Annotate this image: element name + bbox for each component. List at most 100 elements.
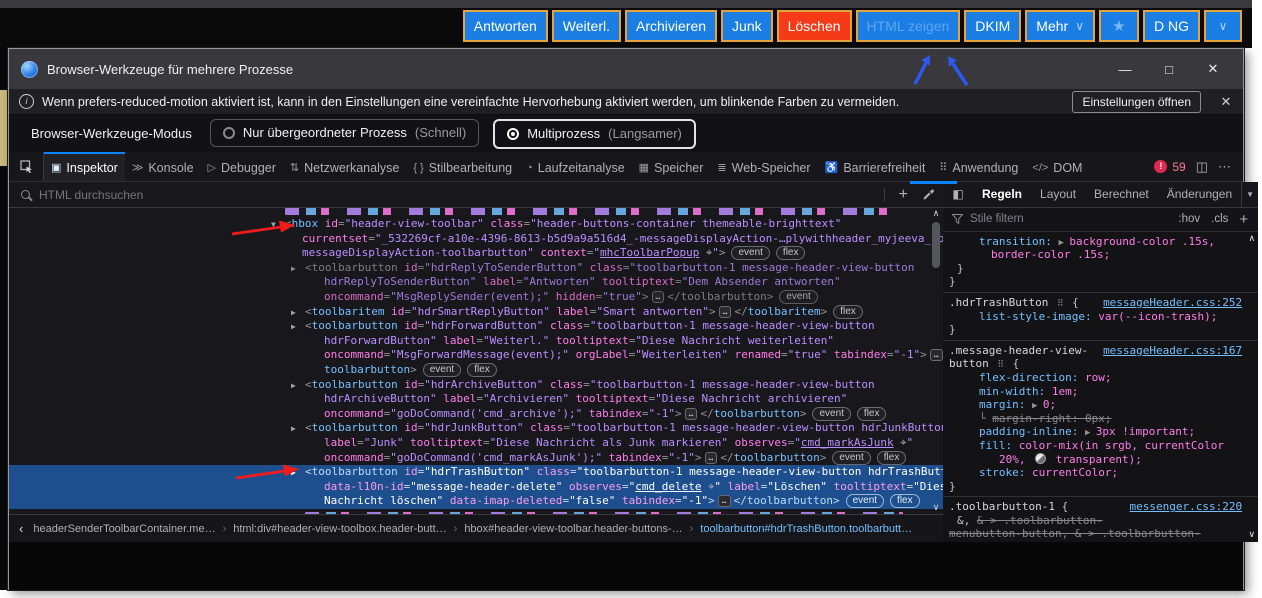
markup-line[interactable]: ▶<toolbarbutton id="hdrJunkButton" class… (9, 421, 943, 436)
mail-button-d-ng[interactable]: D NG (1143, 10, 1200, 42)
markup-line[interactable]: hdrForwardButton" label="Weiterl." toolt… (9, 334, 943, 349)
rule-line[interactable]: .toolbarbutton-1 {messenger.css:220 (943, 500, 1258, 514)
ellipsis-toggle[interactable]: … (652, 291, 665, 303)
markup-line[interactable]: oncommand="MsgReplySender(event);" hidde… (9, 290, 943, 305)
markup-line[interactable]: ▶<toolbarbutton id="hdrTrashButton" clas… (9, 465, 943, 480)
rules-view[interactable]: transition: ▶ background-color .15s,bord… (943, 232, 1258, 542)
rule-line[interactable]: menubutton-button, & > .toolbarbutton- (943, 527, 1258, 541)
rules-scroll-down-icon[interactable]: ∨ (1249, 530, 1256, 540)
badge-flex[interactable]: flex (467, 363, 497, 377)
markup-search-bar[interactable]: HTML durchsuchen + (9, 182, 943, 208)
mail-button-weiterl-[interactable]: Weiterl. (552, 10, 621, 42)
badge-event[interactable]: event (779, 290, 817, 304)
attribute-link[interactable]: mhcToolbarPopup (600, 246, 699, 259)
rule-line[interactable]: .message-header-view-messageHeader.css:1… (943, 344, 1258, 358)
tab-laufzeitanalyse[interactable]: ◔Laufzeitanalyse (519, 152, 632, 181)
tab-dom[interactable]: </>DOM (1025, 152, 1089, 181)
badge-flex[interactable]: flex (857, 407, 887, 421)
badge-flex[interactable]: flex (833, 305, 863, 319)
markup-line[interactable]: ▶<toolbarbutton id="hdrReplyToSenderButt… (9, 261, 943, 276)
expand-arrow-icon[interactable]: ▶ (291, 320, 296, 335)
mail-button-html-zeigen[interactable]: HTML zeigen (856, 10, 961, 42)
mail-button-antworten[interactable]: Antworten (463, 10, 548, 42)
expand-arrow-icon[interactable]: ▶ (291, 262, 296, 277)
scrollbar-thumb[interactable] (932, 222, 940, 268)
rule-line[interactable]: &, & > .toolbarbutton- (943, 514, 1258, 528)
rule-line[interactable]: list-style-image: var(--icon-trash); (943, 310, 1258, 324)
close-button[interactable]: ✕ (1191, 61, 1235, 77)
rule-line[interactable]: } (943, 275, 1258, 289)
mail-button-star[interactable]: ★ (1099, 10, 1139, 42)
rule-line[interactable]: min-width: 1em; (943, 385, 1258, 399)
scroll-up-icon[interactable]: ∧ (929, 209, 943, 219)
markup-line[interactable]: data-l10n-id="message-header-delete" obs… (9, 480, 943, 495)
rule-line[interactable]: stroke: currentColor; (943, 466, 1258, 480)
attribute-link[interactable]: cmd_delete (635, 480, 701, 493)
breadcrumb-item[interactable]: hbox#header-view-toolbar.header-buttons-… (462, 523, 684, 535)
meatball-menu-icon[interactable]: ⋯ (1218, 159, 1231, 175)
class-toggle-button[interactable]: .cls (1211, 213, 1228, 225)
ellipsis-toggle[interactable]: … (718, 495, 731, 507)
badge-event[interactable]: event (423, 363, 461, 377)
rule-line[interactable]: 20%, transparent); (943, 453, 1258, 467)
stylesheet-link[interactable]: messageHeader.css:167 (1103, 344, 1242, 358)
mail-button-mehr[interactable]: Mehr∨ (1025, 10, 1095, 42)
style-filter-input[interactable]: Stile filtern (970, 213, 1024, 225)
rule-line[interactable]: border-color .15s; (943, 248, 1258, 262)
tab-debugger[interactable]: ▷Debugger (201, 152, 283, 181)
mail-button-junk[interactable]: Junk (721, 10, 773, 42)
mail-button-l-schen[interactable]: Löschen (777, 10, 852, 42)
markup-line[interactable]: currentset="_532269cf-a10e-4396-8613-b5d… (9, 232, 943, 247)
add-rule-button[interactable]: + (1239, 211, 1248, 228)
stylesheet-link[interactable]: messenger.css:220 (1130, 500, 1243, 514)
color-swatch[interactable] (1035, 453, 1046, 464)
markup-line[interactable]: ▼<hbox id="header-view-toolbar" class="h… (9, 217, 943, 232)
element-picker-button[interactable] (9, 152, 44, 181)
split-console-icon[interactable]: ◫ (1196, 159, 1208, 175)
markup-line[interactable]: hdrReplyToSenderButton" label="Antworten… (9, 275, 943, 290)
rule-line[interactable]: fill: color-mix(in srgb, currentColor (943, 439, 1258, 453)
mode-option[interactable]: Multiprozess (Langsamer) (493, 119, 696, 149)
breadcrumb-item[interactable]: headerSenderToolbarContainer.me… (31, 523, 217, 535)
markup-line[interactable]: oncommand="goDoCommand('cmd_archive');" … (9, 407, 943, 422)
markup-view[interactable]: ▼<hbox id="header-view-toolbar" class="h… (9, 208, 943, 514)
ellipsis-toggle[interactable]: … (705, 452, 718, 464)
rule-line[interactable]: .hdrTrashButton ⠿ {messageHeader.css:252 (943, 296, 1258, 310)
rule-line[interactable]: transition: ▶ background-color .15s, (943, 235, 1258, 249)
mail-button-chevron[interactable]: ∨ (1204, 10, 1242, 42)
markup-line[interactable]: messageDisplayAction-toolbarbutton" cont… (9, 246, 943, 261)
mode-option[interactable]: Nur übergeordneter Prozess (Schnell) (210, 119, 479, 147)
markup-line[interactable]: oncommand="MsgForwardMessage(event);" or… (9, 348, 943, 363)
pseudo-class-button[interactable]: :hov (1178, 213, 1200, 225)
tab-barrierefreiheit[interactable]: ♿Barrierefreiheit (818, 152, 933, 181)
badge-flex[interactable]: flex (776, 246, 806, 260)
mail-button-dkim[interactable]: DKIM (964, 10, 1021, 42)
rule-line[interactable]: } (943, 323, 1258, 337)
badge-event[interactable]: event (731, 246, 769, 260)
breadcrumb-item[interactable]: html:div#header-view-toolbox.header-butt… (231, 523, 448, 535)
scroll-down-icon[interactable]: ∨ (929, 503, 943, 513)
markup-line[interactable]: ▶<toolbaritem id="hdrSmartReplyButton" l… (9, 305, 943, 320)
expand-arrow-icon[interactable]: ▶ (291, 306, 296, 321)
tab-anwendung[interactable]: ⠿Anwendung (932, 152, 1025, 181)
sidebar-toggle-icon[interactable]: ◧ (943, 187, 973, 201)
rule-line[interactable]: └ margin-right: 0px; (943, 412, 1258, 426)
badge-event[interactable]: event (846, 494, 884, 508)
markup-line[interactable]: toolbarbutton>eventflex (9, 363, 943, 378)
tab-speicher[interactable]: ▦Speicher (632, 152, 711, 181)
maximize-button[interactable]: □ (1147, 62, 1191, 77)
attribute-link[interactable]: cmd_markAsJunk (801, 436, 894, 449)
markup-line[interactable]: Nachricht löschen" data-imap-deleted="fa… (9, 494, 943, 509)
rule-line[interactable]: flex-direction: row; (943, 371, 1258, 385)
add-node-button[interactable]: + (899, 186, 908, 204)
expand-arrow-icon[interactable]: ▶ (291, 422, 296, 437)
tab-netzwerkanalyse[interactable]: ⇅Netzwerkanalyse (283, 152, 406, 181)
rule-line[interactable]: button ⠿ { (943, 357, 1258, 371)
markup-line[interactable]: oncommand="goDoCommand('cmd_markAsJunk')… (9, 451, 943, 466)
rules-scroll-up-icon[interactable]: ∧ (1249, 234, 1256, 244)
ellipsis-toggle[interactable]: … (685, 408, 698, 420)
error-count[interactable]: 59 (1172, 160, 1185, 174)
rule-line[interactable]: padding-inline: ▶ 3px !important; (943, 425, 1258, 439)
minimize-button[interactable]: — (1103, 62, 1147, 77)
ellipsis-toggle[interactable]: … (719, 306, 732, 318)
